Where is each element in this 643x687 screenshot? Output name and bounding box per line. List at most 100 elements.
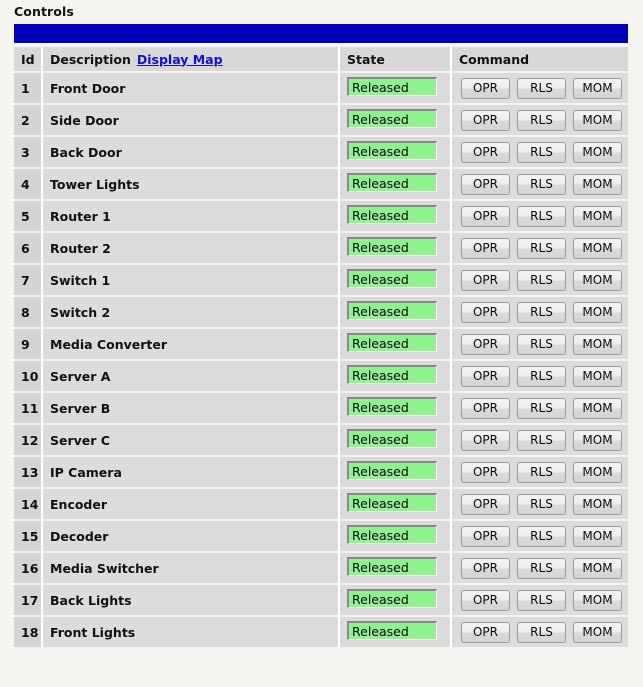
cell-command: OPR RLS MOM [452, 105, 628, 135]
table-row: 6 Router 2 Released OPR RLS MOM [14, 233, 628, 263]
cell-description: Router 1 [43, 201, 340, 231]
cell-command: OPR RLS MOM [452, 617, 628, 647]
cell-id: 3 [14, 137, 43, 167]
column-header-description-label: Description [50, 51, 131, 67]
cell-id: 4 [14, 169, 43, 199]
cell-id: 11 [14, 393, 43, 423]
cell-id: 8 [14, 297, 43, 327]
momentary-button[interactable]: MOM [573, 365, 622, 387]
operate-button[interactable]: OPR [461, 269, 510, 291]
operate-button[interactable]: OPR [461, 397, 510, 419]
cell-id: 9 [14, 329, 43, 359]
operate-button[interactable]: OPR [461, 173, 510, 195]
release-button[interactable]: RLS [517, 397, 566, 419]
release-button[interactable]: RLS [517, 269, 566, 291]
display-map-link[interactable]: Display Map [137, 52, 223, 67]
cell-id: 14 [14, 489, 43, 519]
release-button[interactable]: RLS [517, 621, 566, 643]
release-button[interactable]: RLS [517, 301, 566, 323]
release-button[interactable]: RLS [517, 173, 566, 195]
cell-description: Media Converter [43, 329, 340, 359]
momentary-button[interactable]: MOM [573, 109, 622, 131]
release-button[interactable]: RLS [517, 557, 566, 579]
cell-command: OPR RLS MOM [452, 489, 628, 519]
momentary-button[interactable]: MOM [573, 493, 622, 515]
status-badge: Released [347, 397, 437, 416]
operate-button[interactable]: OPR [461, 589, 510, 611]
cell-description: Server A [43, 361, 340, 391]
cell-state: Released [340, 169, 452, 199]
cell-state: Released [340, 489, 452, 519]
momentary-button[interactable]: MOM [573, 557, 622, 579]
release-button[interactable]: RLS [517, 525, 566, 547]
cell-id: 2 [14, 105, 43, 135]
status-badge: Released [347, 461, 437, 480]
cell-description: Front Door [43, 73, 340, 103]
operate-button[interactable]: OPR [461, 77, 510, 99]
operate-button[interactable]: OPR [461, 301, 510, 323]
operate-button[interactable]: OPR [461, 493, 510, 515]
release-button[interactable]: RLS [517, 589, 566, 611]
momentary-button[interactable]: MOM [573, 301, 622, 323]
release-button[interactable]: RLS [517, 77, 566, 99]
cell-description: Front Lights [43, 617, 340, 647]
momentary-button[interactable]: MOM [573, 141, 622, 163]
momentary-button[interactable]: MOM [573, 461, 622, 483]
momentary-button[interactable]: MOM [573, 621, 622, 643]
operate-button[interactable]: OPR [461, 141, 510, 163]
momentary-button[interactable]: MOM [573, 173, 622, 195]
cell-command: OPR RLS MOM [452, 361, 628, 391]
cell-id: 12 [14, 425, 43, 455]
cell-command: OPR RLS MOM [452, 201, 628, 231]
momentary-button[interactable]: MOM [573, 237, 622, 259]
table-header-row: Id Description Display Map State Command [14, 47, 628, 71]
table-row: 8 Switch 2 Released OPR RLS MOM [14, 297, 628, 327]
momentary-button[interactable]: MOM [573, 589, 622, 611]
operate-button[interactable]: OPR [461, 429, 510, 451]
momentary-button[interactable]: MOM [573, 77, 622, 99]
cell-command: OPR RLS MOM [452, 329, 628, 359]
release-button[interactable]: RLS [517, 205, 566, 227]
release-button[interactable]: RLS [517, 237, 566, 259]
release-button[interactable]: RLS [517, 429, 566, 451]
cell-id: 10 [14, 361, 43, 391]
status-badge: Released [347, 621, 437, 640]
status-badge: Released [347, 301, 437, 320]
cell-command: OPR RLS MOM [452, 265, 628, 295]
release-button[interactable]: RLS [517, 365, 566, 387]
momentary-button[interactable]: MOM [573, 397, 622, 419]
status-badge: Released [347, 365, 437, 384]
momentary-button[interactable]: MOM [573, 525, 622, 547]
release-button[interactable]: RLS [517, 333, 566, 355]
column-header-state: State [340, 47, 452, 71]
momentary-button[interactable]: MOM [573, 205, 622, 227]
table-row: 5 Router 1 Released OPR RLS MOM [14, 201, 628, 231]
release-button[interactable]: RLS [517, 493, 566, 515]
cell-state: Released [340, 393, 452, 423]
momentary-button[interactable]: MOM [573, 269, 622, 291]
status-badge: Released [347, 77, 437, 96]
cell-description: Switch 1 [43, 265, 340, 295]
operate-button[interactable]: OPR [461, 333, 510, 355]
operate-button[interactable]: OPR [461, 109, 510, 131]
cell-description: Encoder [43, 489, 340, 519]
operate-button[interactable]: OPR [461, 557, 510, 579]
momentary-button[interactable]: MOM [573, 429, 622, 451]
operate-button[interactable]: OPR [461, 205, 510, 227]
operate-button[interactable]: OPR [461, 461, 510, 483]
cell-id: 7 [14, 265, 43, 295]
operate-button[interactable]: OPR [461, 365, 510, 387]
column-header-command: Command [452, 47, 628, 71]
cell-command: OPR RLS MOM [452, 521, 628, 551]
cell-id: 18 [14, 617, 43, 647]
operate-button[interactable]: OPR [461, 621, 510, 643]
cell-command: OPR RLS MOM [452, 233, 628, 263]
cell-id: 5 [14, 201, 43, 231]
operate-button[interactable]: OPR [461, 525, 510, 547]
release-button[interactable]: RLS [517, 109, 566, 131]
cell-description: Server C [43, 425, 340, 455]
operate-button[interactable]: OPR [461, 237, 510, 259]
release-button[interactable]: RLS [517, 461, 566, 483]
momentary-button[interactable]: MOM [573, 333, 622, 355]
release-button[interactable]: RLS [517, 141, 566, 163]
